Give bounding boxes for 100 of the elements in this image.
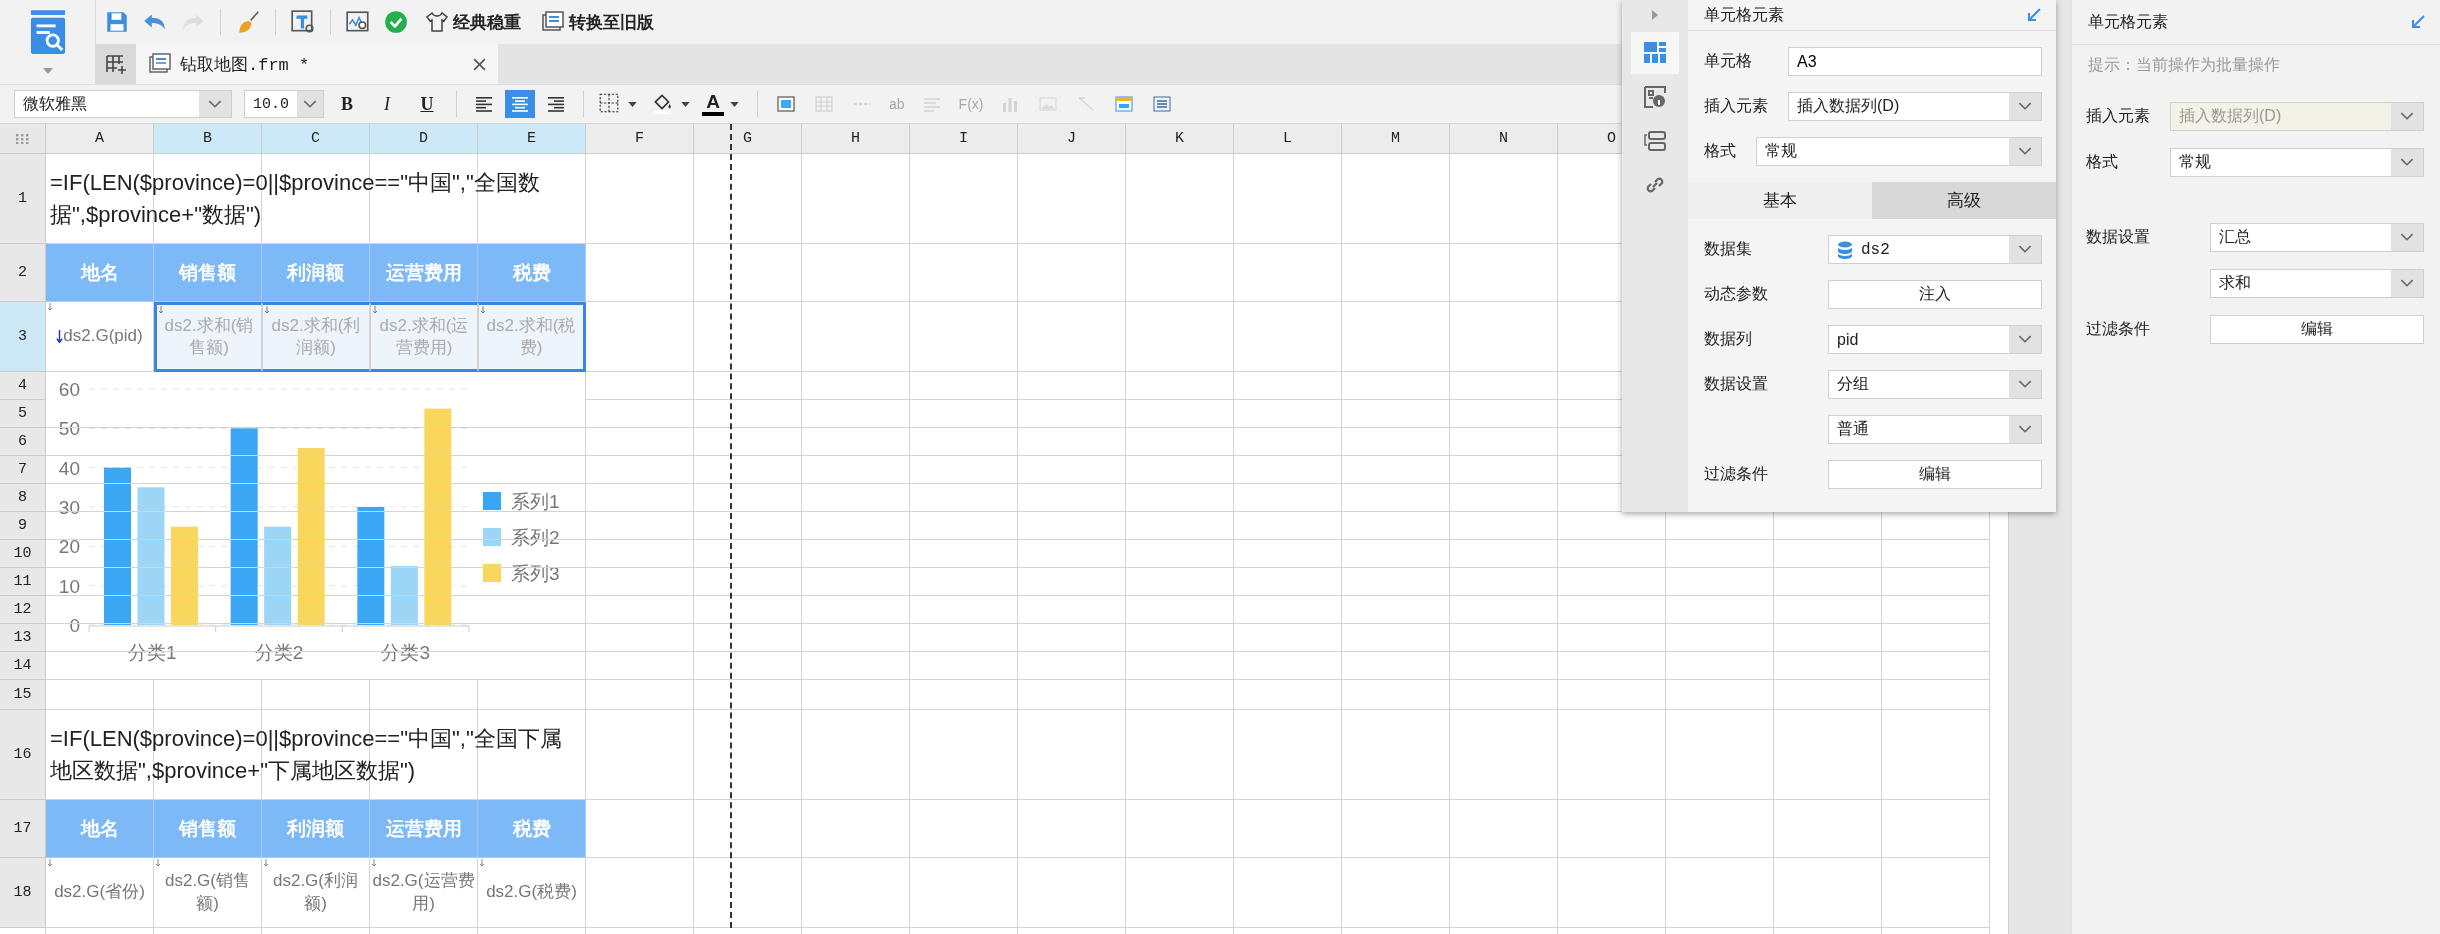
dropdown[interactable]: 插入数据列(D) xyxy=(1788,92,2042,121)
field-label: 过滤条件 xyxy=(2086,319,2151,339)
arrow-icon[interactable] xyxy=(2026,7,2042,23)
y-tick-label: 60 xyxy=(58,379,80,400)
panel-button[interactable]: 注入 xyxy=(1828,280,2042,309)
field-label: 数据设置 xyxy=(1704,374,1769,394)
column-header[interactable]: I xyxy=(910,124,1018,154)
column-header[interactable]: N xyxy=(1450,124,1558,154)
report-logo-icon[interactable] xyxy=(28,10,67,56)
chevron-down-icon xyxy=(2400,112,2414,121)
convert-button[interactable]: 转换至旧版 xyxy=(533,5,662,39)
down-arrow-icon xyxy=(158,306,164,314)
add-grid-icon[interactable] xyxy=(96,44,136,84)
data-cell[interactable]: ds2.G(销售额) xyxy=(154,858,262,928)
cell-text: ds2.G(销售额) xyxy=(164,870,251,915)
row-header[interactable]: 1 xyxy=(0,154,46,244)
column-header[interactable]: J xyxy=(1018,124,1126,154)
cell-text: ds2.求和(税费) xyxy=(485,314,577,359)
cell-icon[interactable] xyxy=(1631,32,1679,74)
dropdown[interactable]: 汇总 xyxy=(2210,223,2424,252)
row-header[interactable]: 9 xyxy=(0,512,46,540)
row-header[interactable]: 10 xyxy=(0,540,46,568)
cell-text: ds2.G(运营费用) xyxy=(372,870,475,915)
legend-swatch xyxy=(483,528,501,546)
column-header[interactable]: A xyxy=(46,124,154,154)
align-center-icon[interactable] xyxy=(505,90,535,118)
row-header[interactable]: 17 xyxy=(0,800,46,858)
down-arrow-icon xyxy=(264,306,270,314)
dropdown[interactable]: 常规 xyxy=(2170,148,2424,177)
chevron-down-icon xyxy=(2018,102,2032,111)
data-cell[interactable]: ds2.G(省份) xyxy=(46,858,154,928)
font-size-dropdown[interactable]: 10.0 xyxy=(244,90,324,118)
cell-text: ds2.求和(销售额) xyxy=(163,314,255,359)
dropdown[interactable]: 常规 xyxy=(1756,137,2042,166)
dropdown[interactable]: 求和 xyxy=(2210,269,2424,298)
column-header[interactable]: B xyxy=(154,124,262,154)
dropdown[interactable]: 分组 xyxy=(1828,370,2042,399)
theme-button[interactable]: 经典稳重 xyxy=(417,5,529,39)
row-header[interactable]: 5 xyxy=(0,400,46,428)
row-header[interactable]: 15 xyxy=(0,680,46,710)
field-label: 格式 xyxy=(1704,141,1737,161)
cell-text: ds2.G(pid) xyxy=(63,325,143,348)
chevron-down-icon xyxy=(2018,335,2032,344)
caret-down-icon[interactable] xyxy=(730,101,739,107)
row-header[interactable]: 12 xyxy=(0,596,46,624)
bold-button[interactable]: B xyxy=(330,89,364,119)
data-cell[interactable]: ds2.G(税费) xyxy=(478,858,586,928)
column-header[interactable]: E xyxy=(478,124,586,154)
column-header[interactable]: D xyxy=(370,124,478,154)
caret-down-icon[interactable] xyxy=(681,101,690,107)
cell-text: ds2.G(省份) xyxy=(54,881,145,904)
column-header[interactable]: H xyxy=(802,124,910,154)
document-icon xyxy=(541,10,565,34)
arrow-icon[interactable] xyxy=(2410,14,2426,30)
panel-tab[interactable]: 高级 xyxy=(1872,182,2056,219)
field-label: 格式 xyxy=(2086,152,2119,172)
row-header[interactable]: 4 xyxy=(0,372,46,400)
row-header[interactable]: 13 xyxy=(0,624,46,652)
row-header[interactable]: 7 xyxy=(0,456,46,484)
font-color-button[interactable]: A xyxy=(702,92,724,116)
row-header[interactable]: 6 xyxy=(0,428,46,456)
row-header[interactable]: 16 xyxy=(0,710,46,800)
column-header[interactable]: C xyxy=(262,124,370,154)
column-header[interactable]: F xyxy=(586,124,694,154)
row-header[interactable]: 3 xyxy=(0,302,46,372)
column-header[interactable]: K xyxy=(1126,124,1234,154)
column-header[interactable]: G xyxy=(694,124,802,154)
caret-down-icon[interactable] xyxy=(628,101,637,107)
chevron-down-icon xyxy=(208,99,222,109)
bar xyxy=(390,566,418,625)
column-header[interactable]: L xyxy=(1234,124,1342,154)
cell-input[interactable]: A3 xyxy=(1788,47,2042,76)
edit-button[interactable]: 编辑 xyxy=(2210,315,2424,344)
row-header[interactable]: 18 xyxy=(0,858,46,928)
field-label: 动态参数 xyxy=(1704,284,1769,304)
chevron-down-icon xyxy=(2018,147,2032,156)
row-header[interactable]: 11 xyxy=(0,568,46,596)
column-header[interactable]: M xyxy=(1342,124,1450,154)
caret-right-icon[interactable] xyxy=(1652,10,1658,20)
dropdown[interactable]: pid xyxy=(1828,325,2042,354)
panel-button[interactable]: 编辑 xyxy=(1828,460,2042,489)
italic-button[interactable]: I xyxy=(370,89,404,119)
font-dropdown[interactable]: 微软雅黑 xyxy=(14,90,232,118)
close-icon[interactable] xyxy=(473,57,486,71)
data-cell[interactable]: ds2.G(利润额) xyxy=(262,858,370,928)
row-header[interactable]: 8 xyxy=(0,484,46,512)
data-cell[interactable]: ds2.G(运营费用) xyxy=(370,858,478,928)
field-label: 插入元素 xyxy=(1704,96,1769,116)
select-all-icon[interactable] xyxy=(0,124,46,154)
dropdown[interactable]: 普通 xyxy=(1828,415,2042,444)
row-header[interactable]: 2 xyxy=(0,244,46,302)
field-label: 过滤条件 xyxy=(1704,464,1769,484)
dropdown[interactable]: ds2 xyxy=(1828,235,2042,264)
row-header[interactable]: 14 xyxy=(0,652,46,680)
cell-text: ds2.G(税费) xyxy=(486,881,577,904)
file-tab[interactable]: 钻取地图.frm * xyxy=(136,44,498,84)
panel-tab[interactable]: 基本 xyxy=(1688,182,1872,219)
down-arrow-icon xyxy=(47,303,53,311)
underline-button[interactable]: U xyxy=(410,89,444,119)
file-tab-label: 钻取地图.frm * xyxy=(180,54,311,76)
